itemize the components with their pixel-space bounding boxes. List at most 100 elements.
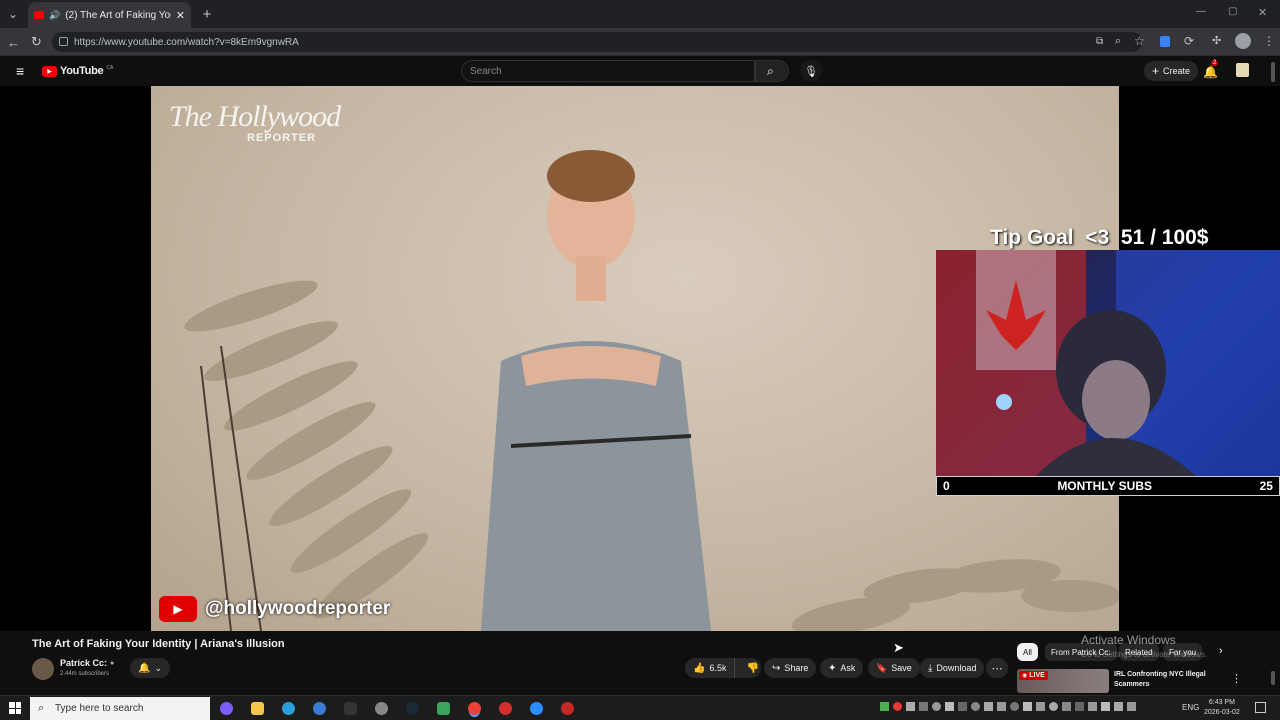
search-icon: ⌕ [767,64,774,78]
like-count: 6.5k [709,663,727,673]
tab-audio-icon[interactable]: 🔊 [49,10,60,21]
install-app-icon[interactable]: ⧉ [1096,36,1103,47]
dislike-button[interactable]: 👎 [739,658,765,678]
chip-all[interactable]: All [1017,643,1038,661]
back-arrow-icon[interactable]: ← [7,35,20,50]
bell-icon: 🔔 [1203,65,1218,79]
handle-text: @hollywoodreporter [205,598,391,619]
channel-avatar[interactable] [32,658,54,680]
scrollbar[interactable] [1271,671,1275,685]
like-button[interactable]: 👍 6.5k [685,658,736,678]
thumbs-down-icon: 👎 [746,662,759,674]
chips-next-chevron-icon[interactable]: › [1219,645,1223,657]
maximize-window-icon[interactable]: ▢ [1228,6,1237,17]
youtube-logo[interactable]: ▶ YouTube CA [42,65,113,77]
zoom-icon[interactable]: ⌕ [1115,35,1121,48]
chevron-down-icon: ⌄ [154,662,162,673]
app-blue2-icon[interactable] [530,702,543,715]
sparkle-icon: ✦ [828,662,837,674]
reload-icon[interactable]: ↻ [31,34,42,50]
related-video-item[interactable]: ◉ LIVE IRL Confronting NYC Illegal Scamm… [1017,669,1247,693]
app-green-icon[interactable] [437,702,450,715]
hr-logo-line2: REPORTER [247,132,317,144]
youtube-logo-text: YouTube [60,65,104,77]
address-url: https://www.youtube.com/watch?v=8kEm9vgn… [74,36,299,48]
browser-toolbar: ← ↻ https://www.youtube.com/watch?v=8kEm… [0,28,1280,56]
hamburger-menu-icon[interactable]: ≡ [16,63,24,79]
save-button[interactable]: 🔖 Save [868,658,920,678]
webcam-overlay [936,250,1280,476]
subs-label: MONTHLY SUBS [1057,479,1152,493]
activate-windows-title: Activate Windows [1081,633,1176,647]
browser-tab-active[interactable]: 🔊 (2) The Art of Faking Your Identity ✕ [28,2,191,28]
extension-icon[interactable] [1160,36,1170,47]
like-dislike-group: 👍 6.5k 👎 [685,658,761,678]
clock-time: 6:43 PM [1208,699,1235,706]
app-blue-icon[interactable] [313,702,326,715]
search-button[interactable]: ⌕ [755,60,789,82]
download-button[interactable]: ⤓ Download [920,658,985,678]
copilot-app-icon[interactable] [220,702,233,715]
address-bar[interactable]: https://www.youtube.com/watch?v=8kEm9vgn… [52,32,1142,52]
tab-list-chevron-icon[interactable]: ⌄ [6,7,20,21]
notification-center-icon[interactable] [1255,702,1266,713]
more-actions-button[interactable]: ⋯ [986,658,1008,678]
more-dots-icon: ⋯ [991,662,1003,675]
hr-logo-line1: The Hollywood [169,100,341,133]
clock-date: 2026-03-02 [1204,709,1240,716]
clock[interactable]: 6:43 PM 2026-03-02 [1204,698,1240,718]
create-button[interactable]: + Create [1144,61,1199,81]
tab-title: (2) The Art of Faking Your Identity [65,9,171,21]
sync-icon[interactable]: ⟳ [1184,34,1194,48]
subs-max: 25 [1259,479,1273,493]
minimize-window-icon[interactable]: — [1196,6,1206,17]
new-tab-plus-icon[interactable]: + [199,6,215,23]
profile-avatar[interactable] [1235,33,1251,49]
chrome-browser-icon[interactable] [468,702,481,715]
save-label: Save [891,663,912,673]
bookmark-star-icon[interactable]: ☆ [1134,34,1145,48]
channel-name-text: Patrick Cc: [60,658,108,668]
windows-start-icon[interactable] [9,702,21,714]
taskbar-search-input[interactable]: ⌕ Type here to search [30,697,210,720]
youtube-play-logo-icon: ▶ [42,65,57,77]
related-title-line1: IRL Confronting NYC Illegal [1114,671,1206,678]
windows-taskbar: ⌕ Type here to search ENG 6:43 PM 2026-0… [0,695,1280,720]
subscribe-bell-button[interactable]: 🔔 ⌄ [130,658,170,678]
app-dark-icon[interactable] [344,702,357,715]
video-title: The Art of Faking Your Identity | Ariana… [32,638,285,650]
obs-record-icon[interactable] [561,702,574,715]
browser-menu-icon[interactable]: ⋮ [1263,34,1275,48]
steam-icon[interactable] [406,702,419,715]
search-input[interactable]: Search [461,60,755,82]
system-tray-icons[interactable] [880,702,1136,711]
app-red-icon[interactable] [499,702,512,715]
extensions-puzzle-icon[interactable]: ✣ [1212,34,1221,47]
page-scrollbar-thumb[interactable] [1271,62,1275,82]
settings-gear-icon[interactable] [375,702,388,715]
close-window-icon[interactable]: ✕ [1258,6,1267,19]
related-more-icon[interactable]: ⋮ [1231,672,1242,685]
edge-browser-icon[interactable] [282,702,295,715]
account-avatar[interactable] [1236,63,1249,77]
notifications-button[interactable]: 🔔 2 [1203,60,1219,79]
related-title: IRL Confronting NYC Illegal Scammers [1114,670,1206,690]
ask-button[interactable]: ✦ Ask [820,658,864,678]
mouse-cursor-icon: ➤ [893,640,904,655]
hollywood-reporter-logo: The Hollywood REPORTER [169,100,341,145]
language-indicator[interactable]: ENG [1182,703,1199,712]
video-details: The Art of Faking Your Identity | Ariana… [0,631,1280,695]
download-label: Download [936,663,977,673]
share-button[interactable]: ↪ Share [764,658,817,678]
browser-tab-bar: ⌄ 🔊 (2) The Art of Faking Your Identity … [0,0,1280,28]
download-icon: ⤓ [928,662,933,674]
monthly-subs-bar: 0 MONTHLY SUBS 25 [936,476,1280,496]
related-title-line2: Scammers [1114,681,1150,688]
create-label: Create [1163,66,1191,76]
site-info-icon[interactable] [59,37,68,46]
voice-search-mic-icon[interactable]: 🎙 [800,60,822,82]
tab-close-icon[interactable]: ✕ [176,9,185,22]
channel-name[interactable]: Patrick Cc: ● [60,658,114,668]
file-explorer-icon[interactable] [251,702,264,715]
plus-icon: + [1152,64,1160,78]
